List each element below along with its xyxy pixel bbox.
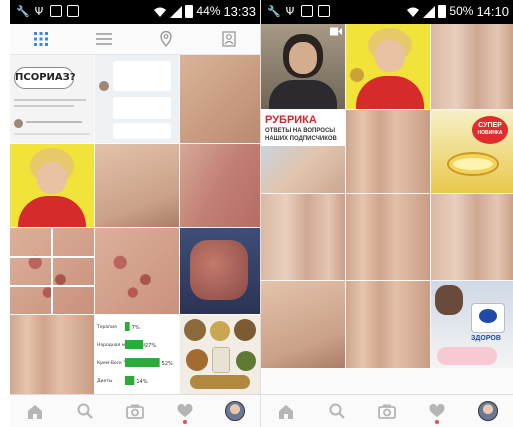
- super-novelty-badge: СУПЕР НОВИНКА: [472, 116, 508, 144]
- wrench-icon: 🔧: [16, 5, 30, 18]
- mail-icon: [67, 5, 79, 17]
- grid-post-elbow[interactable]: [95, 228, 179, 314]
- wifi-icon: [154, 7, 167, 17]
- grid-post-psoriasis-question[interactable]: ПСОРИАЗ?: [10, 55, 94, 143]
- chart-row-label: Терапия: [96, 324, 117, 330]
- grid-post-host-award[interactable]: [346, 24, 430, 109]
- tab-location[interactable]: [146, 25, 186, 53]
- grid-post-torso[interactable]: [95, 144, 179, 227]
- search-icon: [77, 403, 93, 419]
- bottom-navigation: [10, 394, 260, 427]
- grid-post-host-portrait[interactable]: [10, 144, 94, 227]
- usb-icon: Ψ: [34, 5, 44, 18]
- grid-post-rubric[interactable]: РУБРИКА ОТВЕТЫ НА ВОПРОСЫ НАШИХ ПОДПИСЧИ…: [261, 110, 345, 193]
- grid-post-back-skin[interactable]: [180, 55, 260, 143]
- notification-dot: [183, 420, 187, 424]
- bottom-navigation: [261, 394, 513, 427]
- grid-post-survey-chart[interactable]: Терапия 7% Народная медицина 27% Крем-Воск "…: [95, 315, 179, 394]
- usb-icon: Ψ: [285, 5, 295, 18]
- search-icon: [329, 403, 345, 419]
- grid-post-legs-4[interactable]: [431, 194, 513, 280]
- signal-icon: [423, 5, 436, 18]
- grid-post-skin-closeup[interactable]: [346, 110, 430, 193]
- nav-activity[interactable]: [168, 396, 202, 426]
- tag-icon: [222, 31, 236, 47]
- video-icon: [330, 27, 342, 36]
- notification-dot: [435, 420, 440, 424]
- status-bar: 🔧 Ψ 44% 13:33: [10, 0, 260, 24]
- grid-post-foot[interactable]: [261, 281, 345, 368]
- profile-avatar: [225, 401, 245, 421]
- grid-post-arm-rash[interactable]: [180, 144, 260, 227]
- image-icon: [50, 5, 62, 17]
- heart-icon: [177, 404, 193, 417]
- battery-percent: 50%: [449, 4, 474, 18]
- survey-chart: Терапия 7%Народная медицина 27%Крем-Воск "…: [96, 322, 173, 385]
- chart-bar: [125, 340, 143, 349]
- chart-value-label: 52%: [162, 361, 173, 367]
- tab-list[interactable]: [84, 25, 124, 53]
- tab-tagged[interactable]: [209, 25, 249, 53]
- grid-post-products[interactable]: [180, 315, 260, 394]
- profile-avatar: [477, 401, 498, 421]
- grid-post-zdorov[interactable]: ЗДОРОВ: [431, 281, 513, 368]
- chart-row-label: Диеты: [97, 378, 113, 384]
- grid-post-dark-skin[interactable]: [180, 228, 260, 314]
- right-screenshot: 🔧 Ψ 50% 14:10 РУБРИКА ОТВЕТЫ НА ВОПРОСЫ …: [260, 0, 513, 427]
- wrench-icon: 🔧: [267, 5, 281, 18]
- brand-label: ЗДОРОВ: [471, 335, 501, 342]
- grid-post-collage[interactable]: [10, 228, 94, 314]
- location-icon: [160, 31, 172, 47]
- badge-line-2: НОВИНКА: [477, 130, 503, 136]
- nav-search[interactable]: [68, 396, 102, 426]
- signal-icon: [170, 5, 183, 18]
- nav-profile[interactable]: [218, 396, 252, 426]
- nav-camera[interactable]: [370, 396, 404, 426]
- wifi-icon: [407, 7, 420, 17]
- rubric-subtitle-1: ОТВЕТЫ НА ВОПРОСЫ: [265, 128, 336, 134]
- left-screenshot: 🔧 Ψ 44% 13:33 ПСОРИАЗ? Терапия 7% Народн…: [10, 0, 260, 427]
- nav-home[interactable]: [269, 396, 303, 426]
- grid-post-legs-2[interactable]: [261, 194, 345, 280]
- image-icon: [301, 5, 313, 17]
- chart-bar: [125, 322, 130, 331]
- battery-icon: [438, 5, 447, 18]
- clock: 14:10: [476, 4, 509, 19]
- clock: 13:33: [223, 4, 256, 19]
- grid-post-video-woman[interactable]: [261, 24, 345, 109]
- camera-icon: [126, 404, 144, 419]
- battery-icon: [185, 5, 194, 18]
- rubric-subtitle-2: НАШИХ ПОДПИСЧИКОВ: [265, 136, 337, 142]
- grid-post-legs-3[interactable]: [346, 194, 430, 280]
- profile-view-tabs: [10, 24, 260, 55]
- heart-icon: [429, 404, 445, 417]
- chart-bar: [125, 376, 135, 385]
- battery-percent: 44%: [196, 4, 221, 18]
- mail-icon: [318, 5, 330, 17]
- home-icon: [28, 404, 42, 419]
- chart-value-label: 14%: [136, 379, 147, 385]
- list-icon: [95, 33, 112, 45]
- nav-profile[interactable]: [471, 396, 505, 426]
- nav-search[interactable]: [320, 396, 354, 426]
- rubric-title: РУБРИКА: [265, 114, 317, 126]
- grid-post-super-novelty[interactable]: СУПЕР НОВИНКА: [431, 110, 513, 193]
- nav-home[interactable]: [18, 396, 52, 426]
- chart-value-label: 27%: [145, 343, 156, 349]
- badge-line-1: СУПЕР: [478, 122, 502, 129]
- nav-activity[interactable]: [420, 396, 454, 426]
- grid-post-leg-rash[interactable]: [346, 281, 430, 368]
- grid-icon: [34, 32, 49, 46]
- nav-camera[interactable]: [118, 396, 152, 426]
- camera-icon: [378, 404, 396, 419]
- home-icon: [279, 404, 294, 419]
- chart-bar: [125, 358, 160, 367]
- grid-post-chat[interactable]: [95, 55, 179, 143]
- grid-post-knees[interactable]: [10, 315, 94, 394]
- tab-grid[interactable]: [21, 25, 61, 53]
- status-bar: 🔧 Ψ 50% 14:10: [261, 0, 513, 24]
- grid-post-legs-1[interactable]: [431, 24, 513, 109]
- chart-value-label: 7%: [132, 325, 140, 331]
- post-question-text: ПСОРИАЗ?: [14, 67, 76, 89]
